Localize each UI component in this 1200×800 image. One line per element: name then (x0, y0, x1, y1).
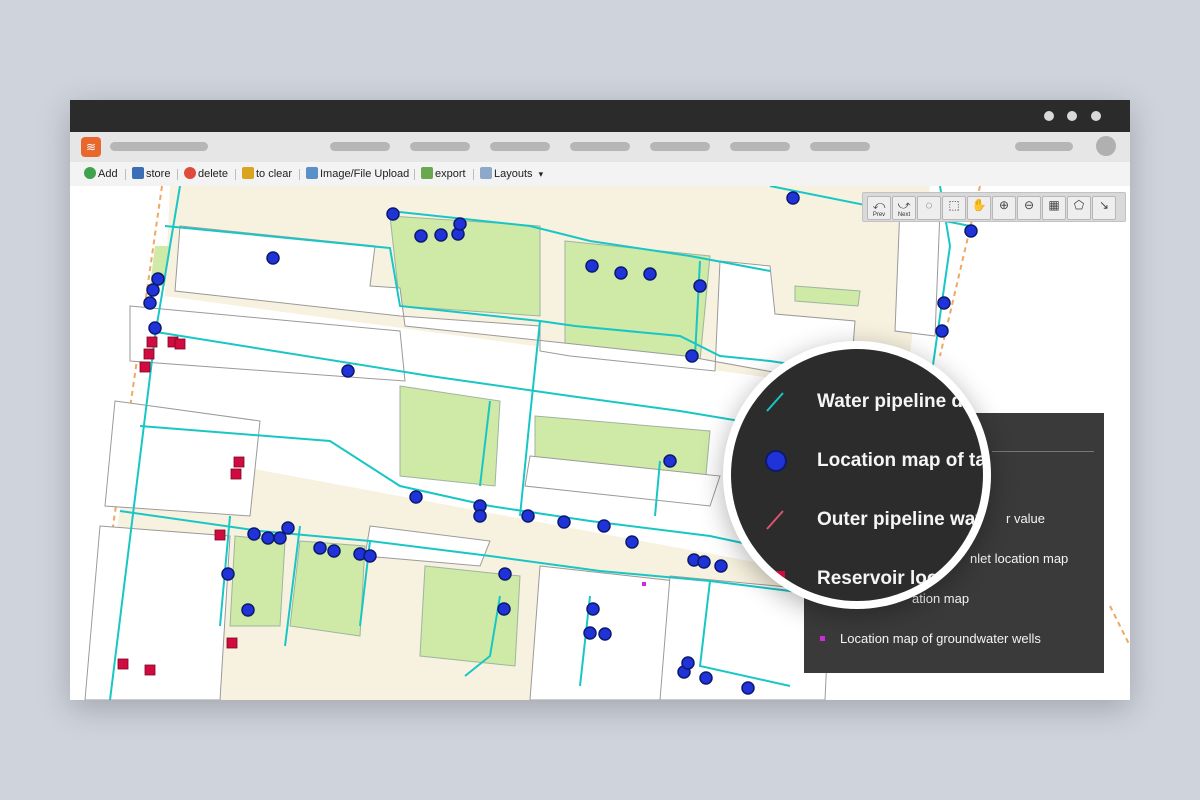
toolbar-divider (414, 169, 415, 180)
road-boundary-corner (1109, 605, 1130, 647)
nav-item-1[interactable] (330, 142, 390, 151)
nav-item-3[interactable] (490, 142, 550, 151)
groundwater-well-swatch-icon (820, 636, 825, 641)
add-icon (84, 167, 96, 179)
next-extent-button[interactable]: ⤻ Next (892, 196, 916, 220)
next-label: Next (897, 212, 911, 218)
green-area (419, 565, 521, 667)
nav-item-7[interactable] (810, 142, 870, 151)
legend-outer-pipeline-label: Outer pipeline wat (817, 509, 982, 530)
toolbar-divider (235, 169, 236, 180)
pan-hand-icon[interactable]: ✋ (967, 196, 991, 220)
delete-label: delete (198, 168, 228, 180)
layouts-dropdown[interactable]: Layouts ▾ (480, 167, 543, 182)
nav-item-2[interactable] (410, 142, 470, 151)
legend-divider (992, 451, 1094, 452)
green-area (564, 240, 711, 362)
measure-distance-icon[interactable]: ↘ (1092, 196, 1116, 220)
window-titlebar (70, 100, 1130, 132)
legend-reservoir-label: Reservoir locat (817, 568, 955, 589)
layers-logo-icon[interactable]: ≋ (81, 137, 101, 157)
layouts-label: Layouts (494, 168, 533, 180)
calculator-icon[interactable]: ▦ (1042, 196, 1066, 220)
delete-button[interactable]: delete (184, 167, 228, 182)
lasso-select-icon[interactable]: ◌ (917, 196, 941, 220)
export-button[interactable]: export (421, 167, 466, 182)
toolbar-divider (473, 169, 474, 180)
toolbar-divider (177, 169, 178, 180)
reservoir-swatch-icon (766, 571, 785, 590)
toolbar-divider (299, 169, 300, 180)
clear-button[interactable]: to clear (242, 167, 292, 182)
clear-label: to clear (256, 168, 293, 180)
store-button[interactable]: store (132, 167, 170, 182)
groundwater-well (642, 582, 646, 586)
nav-item-6[interactable] (730, 142, 790, 151)
upload-label: Image/File Upload (320, 168, 410, 180)
legend-item-label: r value (1006, 511, 1046, 526)
avatar[interactable] (1096, 136, 1116, 156)
store-label: store (146, 168, 171, 180)
app-title-placeholder (110, 142, 208, 151)
zoom-out-icon[interactable]: ⊖ (1017, 196, 1041, 220)
toolbar-divider (125, 169, 126, 180)
magnifier-swatches (765, 392, 787, 590)
layouts-icon (480, 167, 492, 179)
export-label: export (435, 168, 466, 180)
legend-water-pipeline-label: Water pipeline d (817, 391, 964, 412)
window-dot-3[interactable] (1091, 111, 1101, 121)
magnifier-lens: Water pipeline d Location map of ta Oute… (731, 349, 983, 601)
export-icon (421, 167, 433, 179)
building-block (894, 205, 941, 337)
app-header: ≋ (70, 132, 1130, 163)
upload-button[interactable]: Image/File Upload (306, 167, 409, 182)
add-label: Add (98, 168, 118, 180)
nav-item-4[interactable] (570, 142, 630, 151)
nav-item-5[interactable] (650, 142, 710, 151)
chevron-down-icon: ▾ (538, 169, 544, 179)
green-area (229, 535, 286, 627)
measure-area-icon[interactable]: ⬠ (1067, 196, 1091, 220)
delete-icon (184, 167, 196, 179)
edit-toolbar: Add store delete to clear Image/File Upl… (70, 162, 1130, 187)
user-name-placeholder (1015, 142, 1073, 151)
window-dot-1[interactable] (1044, 111, 1054, 121)
legend-item-label: nlet location map (970, 551, 1069, 566)
window-dot-2[interactable] (1067, 111, 1077, 121)
green-area (389, 215, 541, 317)
legend-tap-location-label: Location map of ta (817, 450, 983, 471)
map-tools-panel: ⤺ Prev ⤻ Next ◌ ⬚ ✋ ⊕ ⊖ ▦ ⬠ ↘ (862, 192, 1126, 222)
prev-extent-button[interactable]: ⤺ Prev (867, 196, 891, 220)
save-icon (132, 167, 144, 179)
add-button[interactable]: Add (84, 167, 118, 182)
building-block (84, 525, 231, 700)
legend-magnifier: Water pipeline d Location map of ta Oute… (723, 341, 991, 609)
tap-location-swatch-icon (765, 450, 787, 472)
image-upload-icon (306, 167, 318, 179)
outer-pipeline-swatch-icon (766, 510, 784, 530)
legend-item-label: Location map of groundwater wells (840, 631, 1041, 646)
prev-label: Prev (872, 212, 886, 218)
zoom-in-icon[interactable]: ⊕ (992, 196, 1016, 220)
rect-select-icon[interactable]: ⬚ (942, 196, 966, 220)
water-pipeline-swatch-icon (766, 392, 784, 412)
broom-icon (242, 167, 254, 179)
